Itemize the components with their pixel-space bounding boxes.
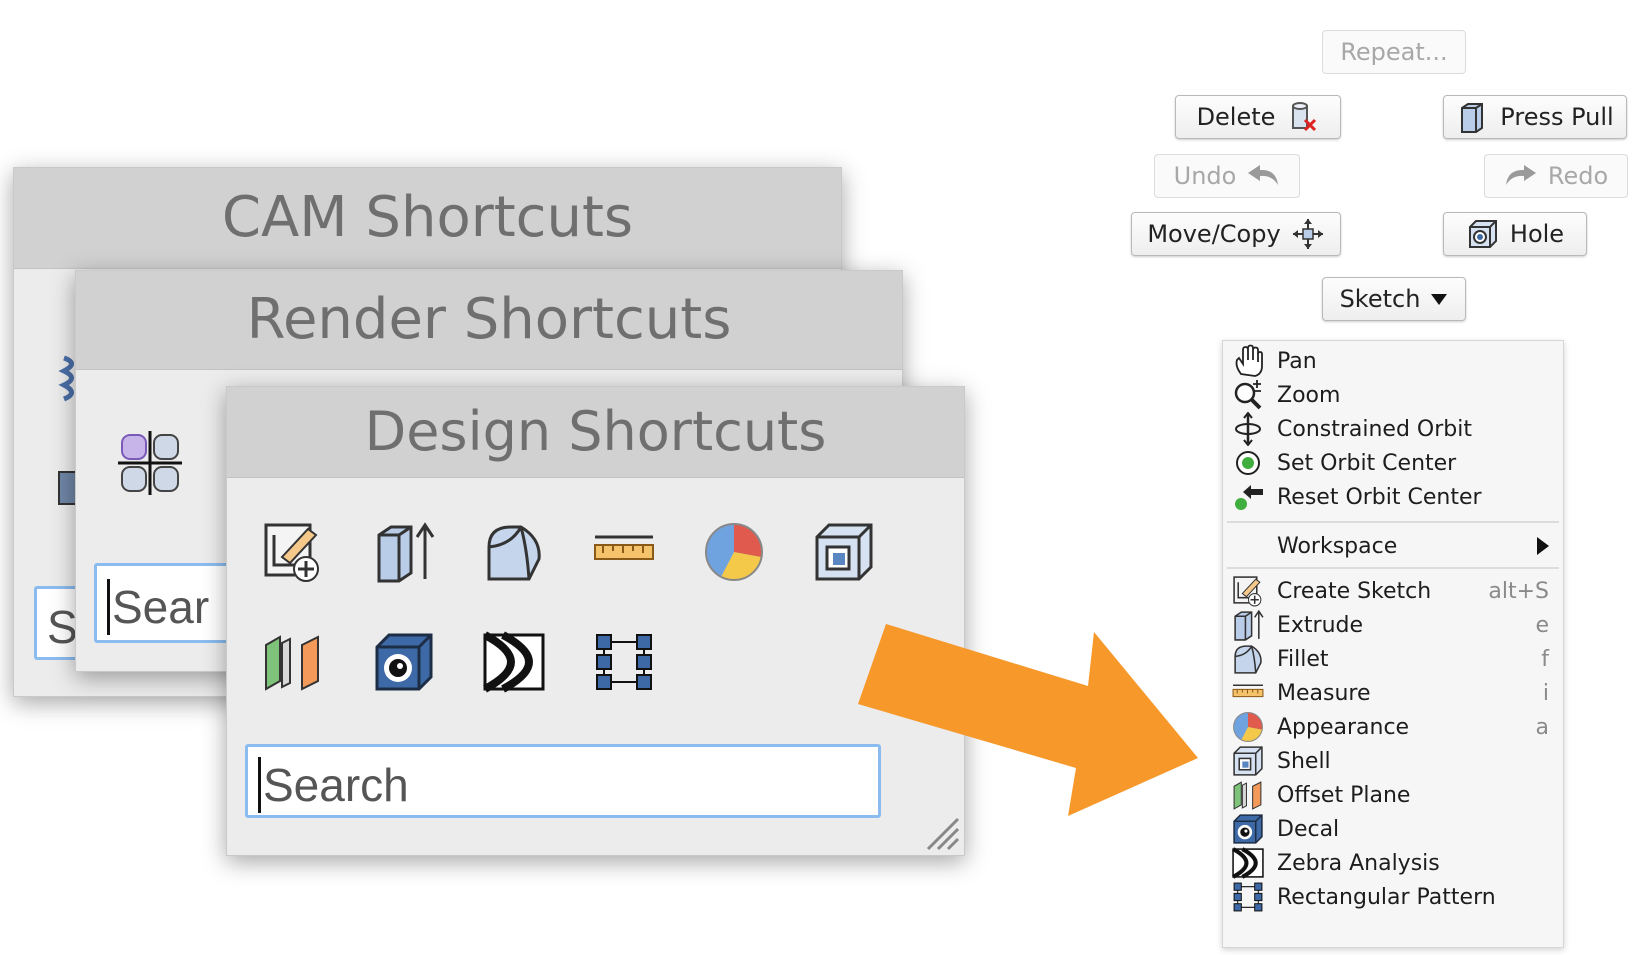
menu-item-label: Reset Orbit Center — [1277, 484, 1482, 510]
appearance-icon — [1233, 712, 1263, 742]
menu-item-label: Decal — [1277, 816, 1340, 842]
extrude-icon — [1234, 609, 1264, 641]
menu-item-measure[interactable]: Measure i — [1223, 675, 1563, 711]
menu-item-extrude[interactable]: Extrude e — [1223, 607, 1563, 643]
measure-icon — [1232, 684, 1264, 698]
measure-icon[interactable] — [591, 519, 657, 585]
menu-item-fillet[interactable]: Fillet f — [1223, 641, 1563, 677]
menu-item-label: Appearance — [1277, 714, 1410, 740]
undo-icon — [1248, 165, 1279, 185]
rectangular-pattern-icon[interactable] — [591, 629, 657, 695]
zebra-analysis-icon[interactable] — [481, 629, 547, 695]
zebra-analysis-icon — [1232, 847, 1264, 879]
sketch-dropdown-button[interactable]: Sketch — [1322, 277, 1466, 321]
create-sketch-icon — [1233, 576, 1262, 607]
shortcut-hint: e — [1535, 612, 1549, 638]
menu-item-reset-orbit-center[interactable]: Reset Orbit Center — [1223, 479, 1563, 515]
menu-item-label: Fillet — [1277, 646, 1329, 672]
redo-button[interactable]: Redo — [1484, 154, 1628, 198]
hole-label: Hole — [1509, 220, 1565, 248]
press-pull-label: Press Pull — [1500, 103, 1614, 131]
menu-item-rectangular-pattern[interactable]: Rectangular Pattern — [1223, 879, 1563, 915]
render-search-input[interactable]: Sear — [94, 563, 242, 643]
menu-item-label: Measure — [1277, 680, 1371, 706]
design-shortcuts-panel: Design Shortcuts Search — [226, 386, 965, 856]
menu-item-appearance[interactable]: Appearance a — [1223, 709, 1563, 745]
menu-item-zoom[interactable]: Zoom — [1223, 377, 1563, 413]
marking-menu-overflow: Pan Zoom Constrained Orbit Set Orbit Cen… — [1222, 340, 1564, 948]
panel-title: Design Shortcuts — [227, 387, 964, 478]
menu-item-label: Rectangular Pattern — [1277, 884, 1496, 910]
extrude-icon[interactable] — [371, 519, 437, 585]
sketch-label: Sketch — [1339, 285, 1421, 313]
menu-item-label: Constrained Orbit — [1277, 416, 1472, 442]
submenu-arrow-icon — [1537, 537, 1549, 555]
appearance-icon[interactable] — [701, 519, 767, 585]
menu-item-pan[interactable]: Pan — [1223, 343, 1563, 379]
panel-title: Render Shortcuts — [76, 271, 902, 370]
offset-plane-icon[interactable] — [260, 629, 326, 695]
decal-icon[interactable] — [371, 629, 437, 695]
shortcut-hint: i — [1542, 680, 1549, 706]
menu-item-label: Shell — [1277, 748, 1331, 774]
hand-icon — [1235, 344, 1263, 377]
shortcut-hint: alt+S — [1488, 578, 1549, 604]
design-search-input[interactable]: Search — [245, 744, 881, 818]
menu-item-zebra-analysis[interactable]: Zebra Analysis — [1223, 845, 1563, 881]
menu-item-label: Offset Plane — [1277, 782, 1411, 808]
decal-icon — [1233, 814, 1263, 844]
repeat-button[interactable]: Repeat... — [1322, 30, 1466, 74]
hole-icon — [1468, 220, 1497, 248]
fillet-icon — [1234, 645, 1262, 674]
menu-item-workspace[interactable]: Workspace — [1223, 527, 1563, 565]
shortcut-hint: f — [1541, 646, 1549, 672]
fillet-icon[interactable] — [481, 519, 547, 585]
undo-button[interactable]: Undo — [1154, 154, 1300, 198]
menu-item-label: Create Sketch — [1277, 578, 1432, 604]
menu-item-label: Zoom — [1277, 382, 1341, 408]
delete-label: Delete — [1196, 103, 1276, 131]
panel-title: CAM Shortcuts — [14, 168, 841, 269]
menu-item-label: Workspace — [1277, 533, 1398, 559]
shortcut-hint: a — [1535, 714, 1549, 740]
move-icon — [1292, 219, 1323, 249]
hole-button[interactable]: Hole — [1443, 212, 1587, 256]
move-copy-label: Move/Copy — [1147, 220, 1281, 248]
menu-item-set-orbit-center[interactable]: Set Orbit Center — [1223, 445, 1563, 481]
offset-plane-icon — [1233, 781, 1262, 810]
menu-separator — [1227, 521, 1559, 523]
menu-item-label: Zebra Analysis — [1277, 850, 1440, 876]
chevron-down-icon — [1431, 294, 1448, 305]
orbit-center-icon — [1236, 451, 1260, 475]
pointer-arrow — [858, 624, 1198, 816]
reset-orbit-center-icon — [1235, 485, 1263, 510]
constrained-orbit-icon — [1235, 412, 1261, 446]
press-pull-icon — [1461, 103, 1484, 133]
rectangular-pattern-icon — [1233, 882, 1263, 912]
menu-item-label: Pan — [1277, 348, 1317, 374]
redo-label: Redo — [1547, 162, 1609, 190]
shell-icon — [1233, 746, 1263, 776]
menu-item-constrained-orbit[interactable]: Constrained Orbit — [1223, 411, 1563, 447]
redo-icon — [1505, 165, 1536, 185]
zoom-icon — [1234, 380, 1262, 410]
menu-item-create-sketch[interactable]: Create Sketch alt+S — [1223, 573, 1563, 609]
delete-button[interactable]: Delete — [1175, 95, 1341, 139]
undo-label: Undo — [1173, 162, 1237, 190]
shell-icon[interactable] — [811, 519, 877, 585]
delete-icon — [1292, 102, 1317, 132]
menu-separator — [1227, 567, 1559, 569]
menu-item-label: Set Orbit Center — [1277, 450, 1457, 476]
menu-item-decal[interactable]: Decal — [1223, 811, 1563, 847]
menu-item-shell[interactable]: Shell — [1223, 743, 1563, 779]
press-pull-button[interactable]: Press Pull — [1443, 95, 1627, 139]
render-scene-icon[interactable] — [118, 431, 182, 495]
menu-item-offset-plane[interactable]: Offset Plane — [1223, 777, 1563, 813]
menu-item-label: Extrude — [1277, 612, 1364, 638]
create-sketch-icon[interactable] — [260, 519, 326, 585]
repeat-label: Repeat... — [1340, 38, 1448, 66]
move-copy-button[interactable]: Move/Copy — [1131, 212, 1341, 256]
